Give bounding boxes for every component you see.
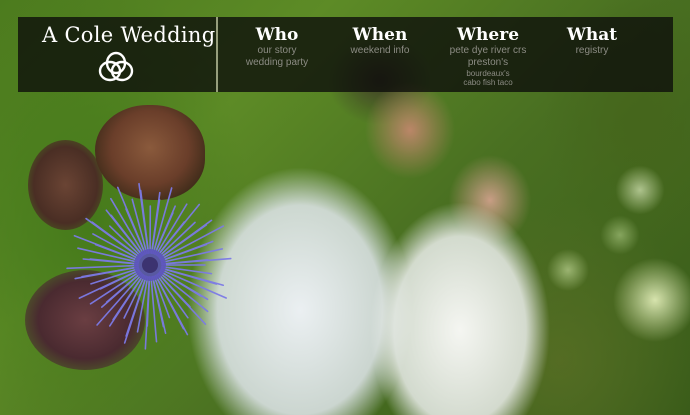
nav-heading-when[interactable]: When (348, 25, 412, 45)
thistle-spike (74, 266, 139, 280)
nav-link-wedding-party[interactable]: wedding party (244, 57, 310, 69)
nav-section-when: When weekend info (348, 25, 412, 57)
interlocked-rings-icon (98, 51, 134, 82)
nav-link-cabo-fish-taco[interactable]: cabo fish taco (446, 78, 530, 87)
nav-section-where: Where pete dye river crs preston's bourd… (446, 25, 530, 87)
thistle-spike (146, 276, 151, 327)
thistle-flower (66, 182, 232, 350)
nav-heading-where[interactable]: Where (446, 25, 530, 45)
nav-link-bourdeauxs[interactable]: bourdeaux's (446, 69, 530, 78)
brand[interactable]: A Cole Wedding (18, 17, 216, 92)
nav-heading-who[interactable]: Who (244, 25, 310, 45)
nav-link-pete-dye-river-crs[interactable]: pete dye river crs (446, 45, 530, 57)
nav-divider (216, 17, 218, 92)
thistle-spike (66, 264, 139, 270)
page: A Cole Wedding Who our story wedding par… (0, 0, 690, 415)
nav-link-prestons[interactable]: preston's (446, 57, 530, 69)
nav-section-who: Who our story wedding party (244, 25, 310, 69)
nav-heading-what[interactable]: What (564, 25, 620, 45)
nav-link-our-story[interactable]: our story (244, 45, 310, 57)
site-title[interactable]: A Cole Wedding (42, 23, 215, 47)
nav-link-registry[interactable]: registry (564, 45, 620, 57)
main-nav: A Cole Wedding Who our story wedding par… (18, 17, 673, 92)
nav-link-weekend-info[interactable]: weekend info (348, 45, 412, 57)
nav-section-what: What registry (564, 25, 620, 57)
thistle-spike (96, 273, 143, 326)
